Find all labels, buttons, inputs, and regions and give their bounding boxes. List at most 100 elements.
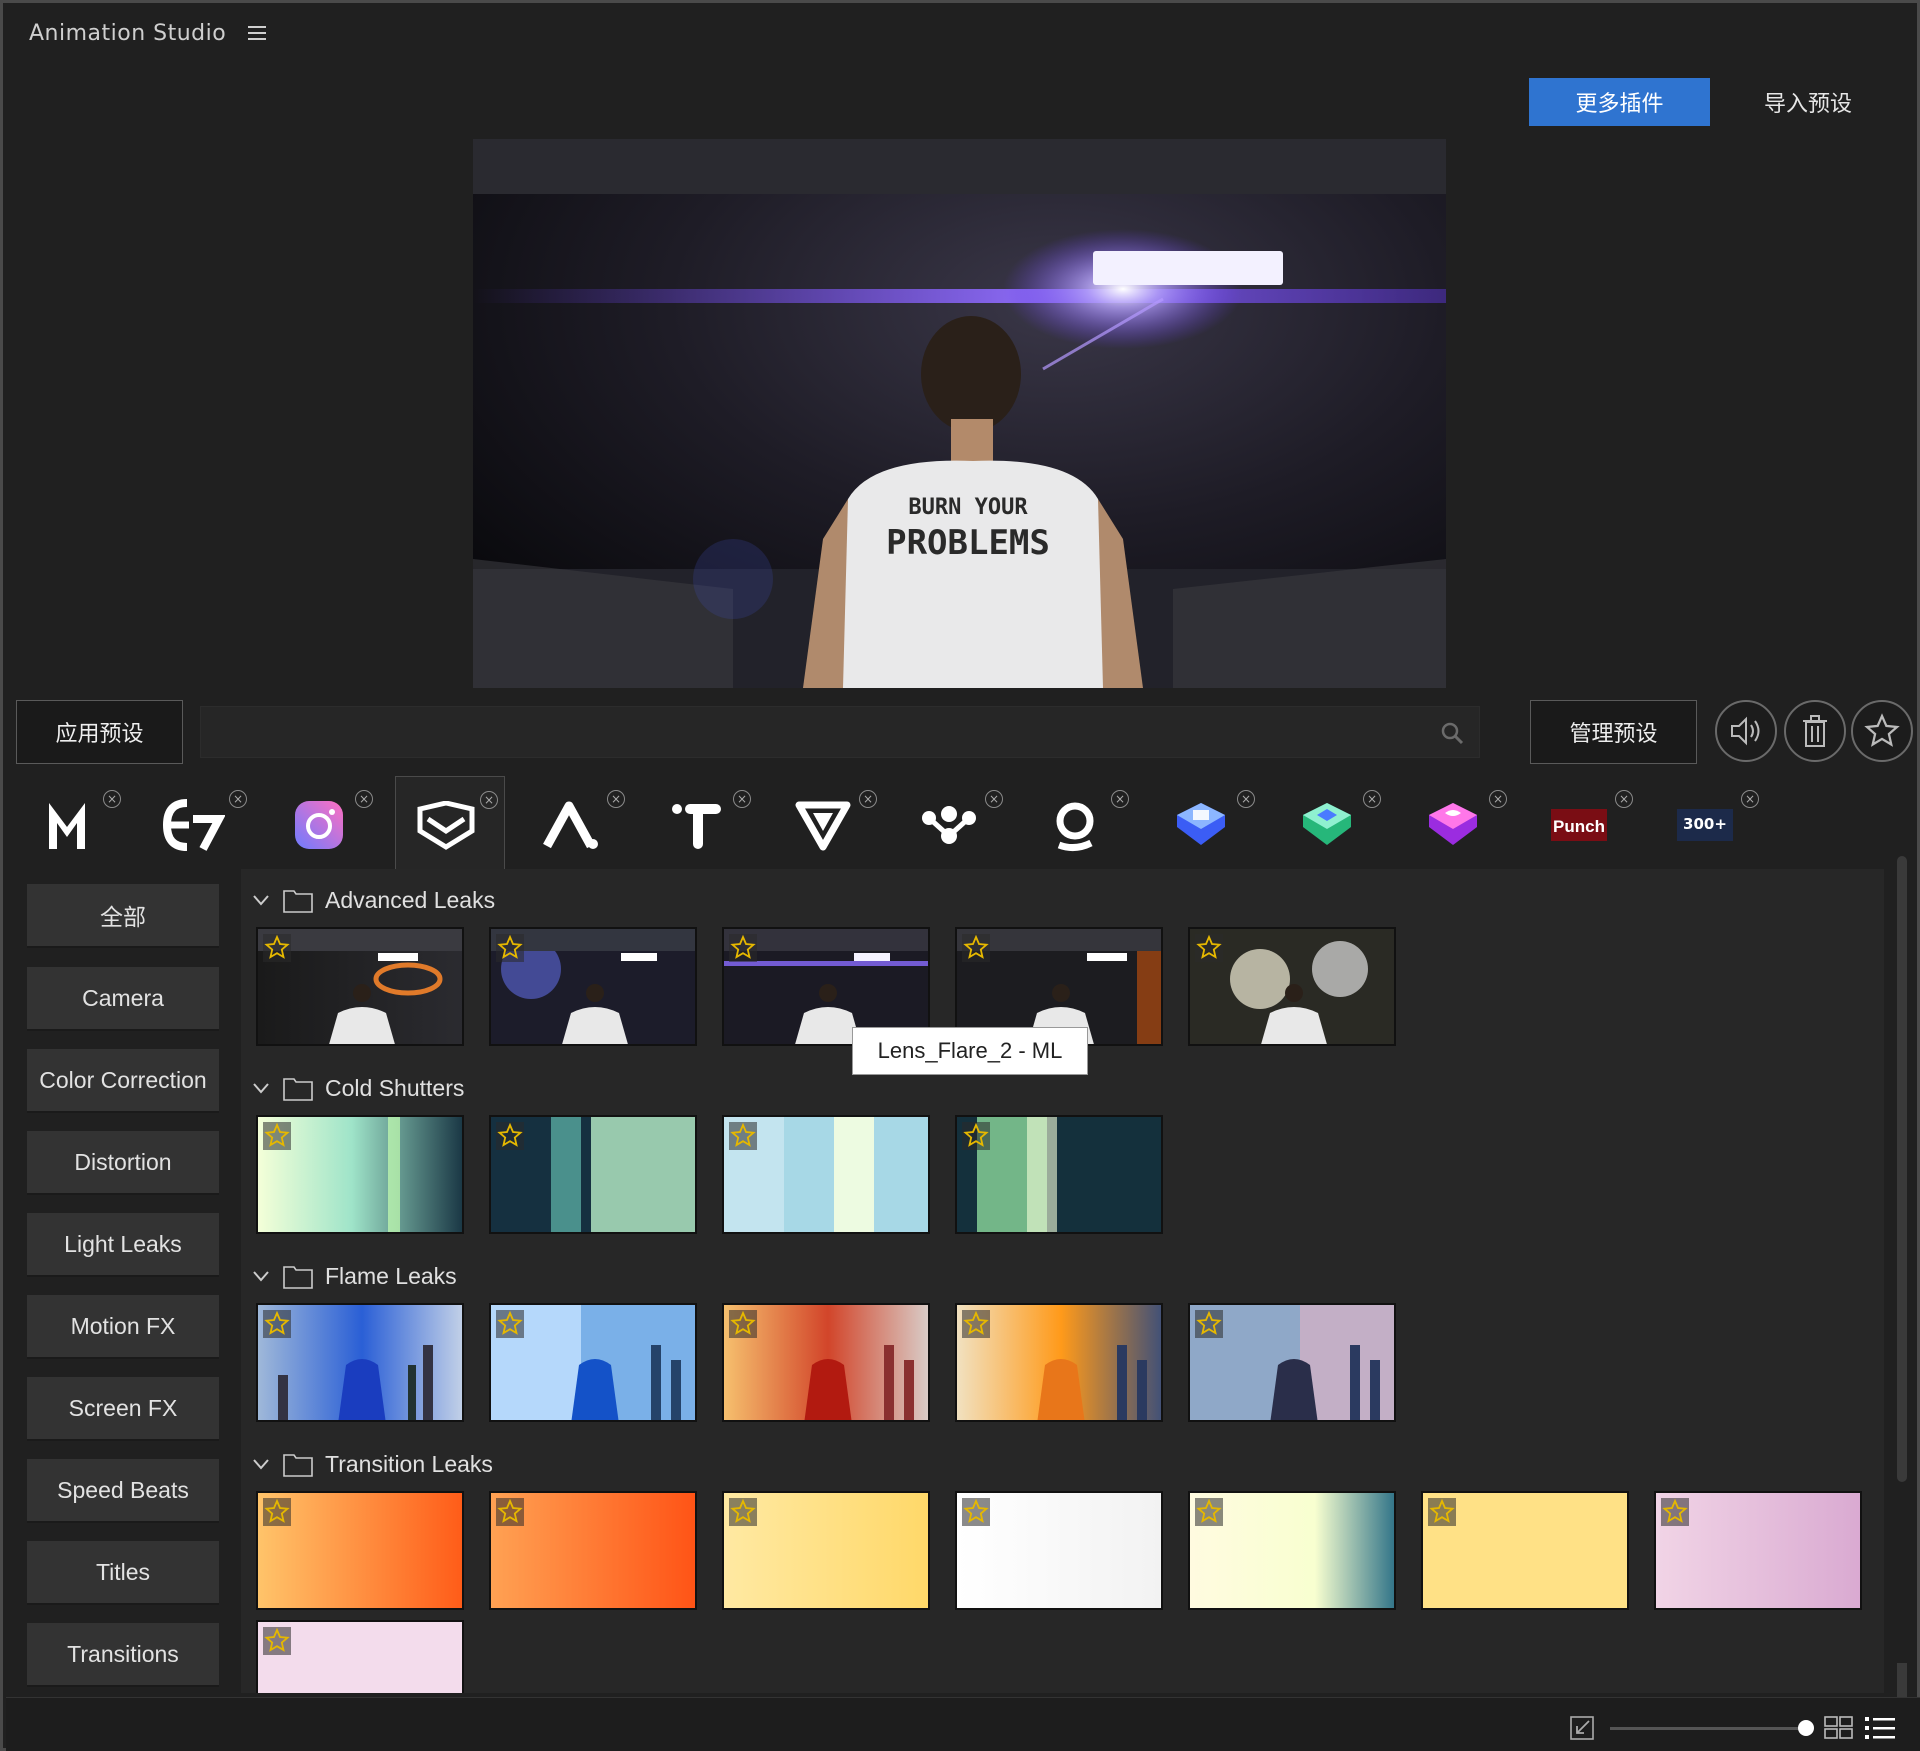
remove-plugin-icon[interactable]: × [1237, 790, 1255, 808]
preset-thumbnail[interactable] [1188, 1491, 1396, 1610]
preset-thumbnail[interactable] [1654, 1491, 1862, 1610]
star-icon[interactable] [961, 1497, 991, 1527]
star-icon[interactable] [262, 1309, 292, 1339]
preset-thumbnail[interactable] [722, 1491, 930, 1610]
star-icon[interactable] [728, 933, 758, 963]
import-presets-button[interactable]: 导入预设 [1743, 78, 1873, 126]
section-header[interactable]: Flame Leaks [251, 1259, 457, 1293]
star-icon[interactable] [262, 1497, 292, 1527]
star-icon[interactable] [262, 1626, 292, 1656]
preset-thumbnail[interactable] [489, 1303, 697, 1422]
plugin-t[interactable]: × [647, 776, 757, 876]
star-icon[interactable] [1194, 1309, 1224, 1339]
apply-preset-button[interactable]: 应用预设 [16, 700, 183, 764]
category-titles[interactable]: Titles [27, 1541, 219, 1605]
preset-thumbnail[interactable] [1188, 927, 1396, 1046]
remove-plugin-icon[interactable]: × [1363, 790, 1381, 808]
remove-plugin-icon[interactable]: × [480, 791, 498, 809]
star-icon[interactable] [1427, 1497, 1457, 1527]
preset-thumbnail[interactable] [256, 1491, 464, 1610]
star-icon[interactable] [495, 1121, 525, 1151]
star-icon[interactable] [495, 1309, 525, 1339]
chevron-down-icon[interactable] [251, 890, 271, 910]
preset-thumbnail[interactable] [256, 1115, 464, 1234]
category-speed-beats[interactable]: Speed Beats [27, 1459, 219, 1523]
star-icon[interactable] [262, 933, 292, 963]
section-header[interactable]: Advanced Leaks [251, 883, 495, 917]
plugin-green-stack[interactable]: × [1277, 776, 1387, 876]
preset-thumbnail[interactable] [955, 1303, 1163, 1422]
plugin-a[interactable]: × [521, 776, 631, 876]
category-color-correction[interactable]: Color Correction [27, 1049, 219, 1113]
search-input[interactable] [201, 707, 1479, 757]
chevron-down-icon[interactable] [251, 1266, 271, 1286]
remove-plugin-icon[interactable]: × [1111, 790, 1129, 808]
preset-thumbnail[interactable] [489, 1115, 697, 1234]
plugin-blue-stack[interactable]: × [1151, 776, 1261, 876]
star-icon[interactable] [495, 933, 525, 963]
star-icon[interactable] [1194, 1497, 1224, 1527]
preset-thumbnail[interactable] [955, 1115, 1163, 1234]
category-all[interactable]: 全部 [27, 884, 219, 948]
remove-plugin-icon[interactable]: × [103, 790, 121, 808]
scrollbar-track[interactable] [1897, 1663, 1907, 1697]
remove-plugin-icon[interactable]: × [355, 790, 373, 808]
remove-plugin-icon[interactable]: × [1741, 790, 1759, 808]
section-header[interactable]: Cold Shutters [251, 1071, 464, 1105]
zoom-slider-handle[interactable] [1798, 1720, 1814, 1736]
sound-button[interactable] [1715, 700, 1777, 762]
remove-plugin-icon[interactable]: × [607, 790, 625, 808]
remove-plugin-icon[interactable]: × [859, 790, 877, 808]
category-motion-fx[interactable]: Motion FX [27, 1295, 219, 1359]
chevron-down-icon[interactable] [251, 1454, 271, 1474]
star-icon[interactable] [728, 1121, 758, 1151]
plugin-v[interactable]: × [773, 776, 883, 876]
star-icon[interactable] [1660, 1497, 1690, 1527]
preset-thumbnail[interactable] [489, 1491, 697, 1610]
preset-thumbnail[interactable] [1188, 1303, 1396, 1422]
plugin-e7[interactable]: × [143, 776, 253, 876]
star-icon[interactable] [495, 1497, 525, 1527]
preset-thumbnail[interactable] [1421, 1491, 1629, 1610]
plugin-q[interactable]: × [1025, 776, 1135, 876]
plugin-purple-stack[interactable]: × [1403, 776, 1513, 876]
more-plugins-button[interactable]: 更多插件 [1529, 78, 1710, 126]
category-screen-fx[interactable]: Screen FX [27, 1377, 219, 1441]
section-header[interactable]: Transition Leaks [251, 1447, 493, 1481]
scrollbar[interactable] [1897, 856, 1907, 1482]
delete-button[interactable] [1784, 700, 1846, 762]
preset-thumbnail[interactable] [722, 1115, 930, 1234]
star-icon[interactable] [961, 933, 991, 963]
star-icon[interactable] [262, 1121, 292, 1151]
plugin-300[interactable]: 300+ × [1655, 776, 1765, 876]
preset-thumbnail[interactable] [256, 1303, 464, 1422]
category-transitions[interactable]: Transitions [27, 1623, 219, 1687]
category-camera[interactable]: Camera [27, 967, 219, 1031]
star-icon[interactable] [728, 1309, 758, 1339]
plugin-dots[interactable]: × [899, 776, 1009, 876]
preset-thumbnail[interactable] [722, 1303, 930, 1422]
favorite-button[interactable] [1851, 700, 1913, 762]
hamburger-menu-icon[interactable] [248, 26, 267, 40]
plugin-m[interactable]: × [17, 776, 127, 876]
preset-thumbnail[interactable] [489, 927, 697, 1046]
star-icon[interactable] [961, 1309, 991, 1339]
zoom-slider[interactable] [1610, 1727, 1808, 1730]
search-icon[interactable] [1439, 720, 1465, 746]
preset-thumbnail[interactable] [256, 1620, 464, 1693]
remove-plugin-icon[interactable]: × [985, 790, 1003, 808]
remove-plugin-icon[interactable]: × [733, 790, 751, 808]
grid-view-icon[interactable] [1824, 1716, 1854, 1740]
category-light-leaks[interactable]: Light Leaks [27, 1213, 219, 1277]
preset-thumbnail[interactable] [955, 1491, 1163, 1610]
shrink-icon[interactable] [1569, 1715, 1595, 1741]
remove-plugin-icon[interactable]: × [1489, 790, 1507, 808]
plugin-punch[interactable]: Punch × [1529, 776, 1639, 876]
star-icon[interactable] [1194, 933, 1224, 963]
list-view-icon[interactable] [1864, 1714, 1896, 1742]
plugin-shield[interactable]: × [395, 776, 505, 876]
manage-presets-button[interactable]: 管理预设 [1530, 700, 1697, 764]
remove-plugin-icon[interactable]: × [1615, 790, 1633, 808]
star-icon[interactable] [961, 1121, 991, 1151]
category-distortion[interactable]: Distortion [27, 1131, 219, 1195]
